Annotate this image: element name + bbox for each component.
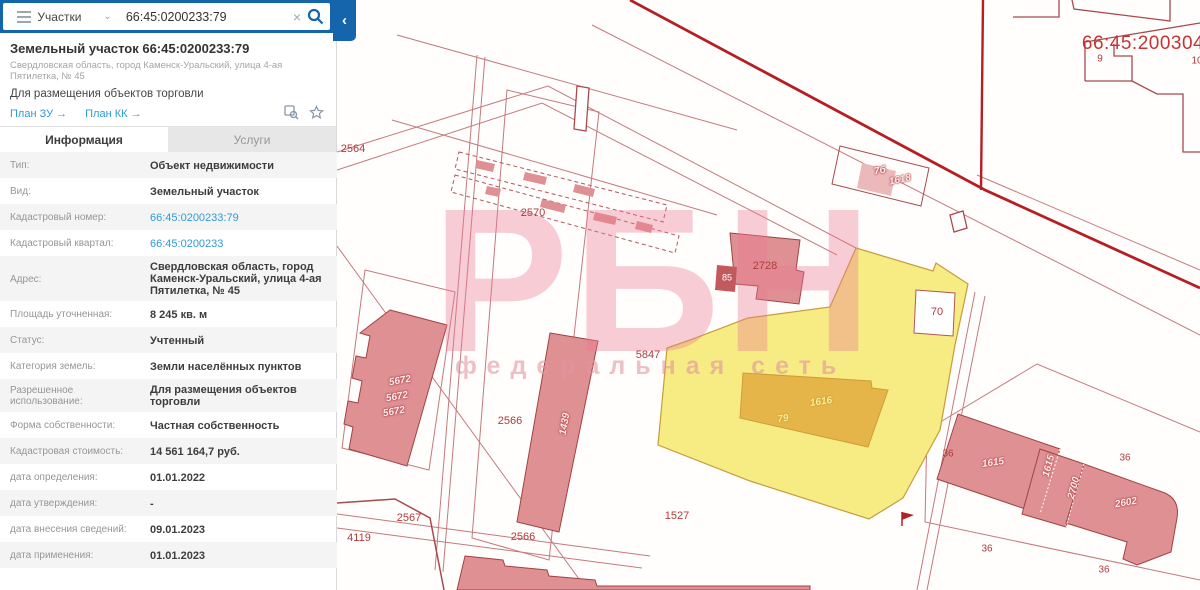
map-vector-layer [337,0,1200,590]
search-category-value: Участки [37,10,81,24]
zoom-to-parcel-icon[interactable] [284,105,299,120]
table-row: дата определения:01.01.2022 [0,464,337,490]
map-label: 10 [1191,56,1200,67]
map-label: 36 [981,544,992,555]
map-label: 70 [931,306,943,318]
row-label: Статус: [0,335,150,346]
row-label: Вид: [0,186,150,197]
map-label: 4119 [347,532,371,544]
row-label: Категория земель: [0,361,150,372]
table-row: Вид:Земельный участок [0,178,337,204]
info-sidebar: Земельный участок 66:45:0200233:79 Сверд… [0,0,337,590]
row-label: Адрес: [0,274,150,285]
row-label: Тип: [0,160,150,171]
row-label: дата определения: [0,472,150,483]
collapse-panel-button[interactable]: ‹ [333,0,356,41]
row-value: 01.01.2022 [150,472,337,484]
row-label: Кадастровый номер: [0,212,150,223]
map-canvas[interactable]: РБН федеральная сеть 66:45:2003049102564… [337,0,1200,590]
table-row: Кадастровый номер:66:45:0200233:79 [0,204,337,230]
table-row: Разрешенное использование:Для размещения… [0,379,337,412]
row-label: Кадастровый квартал: [0,238,150,249]
search-category-dropdown[interactable]: Участки ⌄ [37,10,111,24]
search-icon[interactable] [307,8,324,25]
table-row: Тип:Объект недвижимости [0,152,337,178]
map-label: 2728 [753,260,777,272]
table-row: дата утверждения:- [0,490,337,516]
row-label: дата применения: [0,550,150,561]
row-value-link[interactable]: 66:45:0200233:79 [150,212,337,224]
building-5672 [344,310,447,466]
row-label: Площадь уточненная: [0,309,150,320]
table-row: дата внесения сведений:09.01.2023 [0,516,337,542]
map-label: 36 [1119,453,1130,464]
table-row: Кадастровая стоимость:14 561 164,7 руб. [0,438,337,464]
row-value: Для размещения объектов торговли [150,384,337,408]
row-label: Форма собственности: [0,420,150,431]
table-row: Адрес:Свердловская область, город Каменс… [0,256,337,301]
parcel-address-subtitle: Свердловская область, город Каменск-Урал… [10,60,326,82]
menu-icon[interactable] [17,8,31,26]
map-label: 9 [1097,54,1103,65]
table-row: Кадастровый квартал:66:45:0200233 [0,230,337,256]
row-label: Кадастровая стоимость: [0,446,150,457]
map-label: 36 [942,449,953,460]
clear-search-icon[interactable]: × [287,9,307,25]
row-value-link[interactable]: 66:45:0200233 [150,238,337,250]
chevron-down-icon: ⌄ [103,11,111,22]
parcel-title: Земельный участок 66:45:0200233:79 [10,41,326,56]
row-label: дата утверждения: [0,498,150,509]
panel-tabs: Информация Услуги [0,126,336,152]
search-bar: Участки ⌄ × [0,0,333,33]
row-label: дата внесения сведений: [0,524,150,535]
tab-services[interactable]: Услуги [168,127,336,152]
plan-zu-link[interactable]: План ЗУ → [10,108,67,120]
plan-kk-link[interactable]: План КК → [85,108,141,120]
map-label: 36 [1098,565,1109,576]
row-value: 8 245 кв. м [150,309,337,321]
map-label: 7б [873,165,886,178]
map-label: 2567 [397,512,421,524]
row-value: Учтенный [150,335,337,347]
map-label: 2566 [511,531,535,543]
cadastral-map-app: РБН федеральная сеть 66:45:2003049102564… [0,0,1200,590]
tab-information[interactable]: Информация [0,127,168,152]
row-value: Свердловская область, город Каменск-Урал… [150,261,337,297]
map-label: 1527 [665,510,689,522]
row-value: Объект недвижимости [150,160,337,172]
map-label: 2566 [498,415,522,427]
map-label: 2564 [341,143,365,155]
map-label: 85 [719,272,735,285]
parcel-info-table: Тип:Объект недвижимостиВид:Земельный уча… [0,152,337,568]
table-row: Категория земель:Земли населённых пункто… [0,353,337,379]
favorite-star-icon[interactable] [309,105,324,120]
map-label: 66:45:200304 [1082,33,1200,55]
row-value: Земли населённых пунктов [150,361,337,373]
building-bottom [457,556,810,590]
table-row: Статус:Учтенный [0,327,337,353]
row-value: 09.01.2023 [150,524,337,536]
table-row: Площадь уточненная:8 245 кв. м [0,301,337,327]
parcel-usage: Для размещения объектов торговли [10,88,326,100]
map-label: 5847 [636,349,660,361]
table-row: дата применения:01.01.2023 [0,542,337,568]
flag-marker [902,512,914,526]
row-value: 14 561 164,7 руб. [150,446,337,458]
row-value: Частная собственность [150,420,337,432]
row-value: - [150,498,337,510]
row-value: 01.01.2023 [150,550,337,562]
map-label: 2570 [521,207,545,219]
map-label: 79 [777,413,790,425]
row-label: Разрешенное использование: [0,385,150,407]
row-value: Земельный участок [150,186,337,198]
table-row: Форма собственности:Частная собственност… [0,412,337,438]
search-input[interactable] [126,10,287,24]
building-right-block-c [1066,464,1178,565]
